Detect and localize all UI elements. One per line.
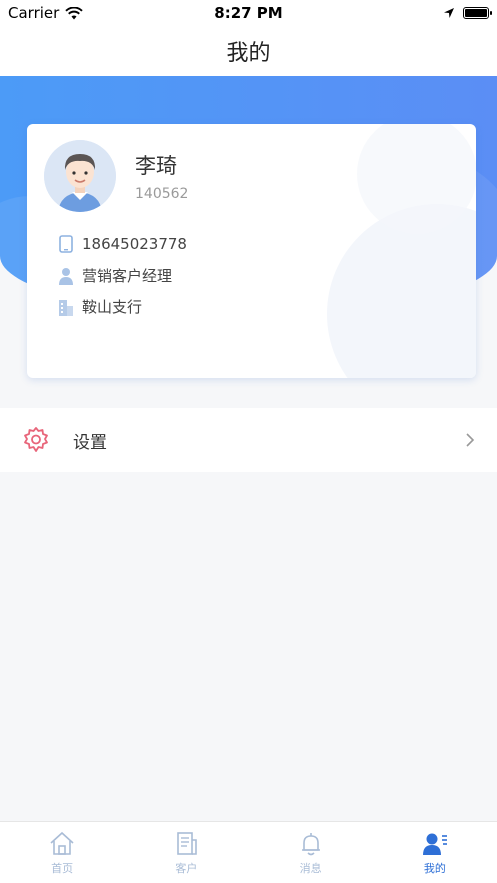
avatar [44, 140, 116, 212]
avatar-illustration [44, 140, 116, 212]
status-bar: Carrier 8:27 PM [0, 0, 497, 26]
building-icon [58, 298, 74, 316]
battery-icon [463, 7, 492, 19]
phone-icon [58, 235, 74, 253]
tab-messages[interactable]: 消息 [249, 822, 373, 883]
profile-icon [422, 833, 447, 855]
profile-card: 李琦 140562 18645023778 营销客户经理 鞍山支行 [27, 124, 476, 378]
page-title: 我的 [226, 41, 271, 66]
user-name: 李琦 [135, 154, 177, 178]
home-icon [50, 831, 74, 855]
tab-home[interactable]: 首页 [0, 822, 124, 883]
location-arrow-icon [444, 8, 454, 18]
gear-icon [24, 427, 48, 452]
status-left: Carrier [8, 4, 84, 22]
tab-label-home: 首页 [51, 862, 74, 875]
tab-label-profile: 我的 [423, 862, 446, 875]
carrier-label: Carrier [8, 4, 60, 22]
settings-row[interactable]: 设置 [0, 408, 497, 472]
tab-bar: 首页 客户 消息 我的 [0, 821, 497, 883]
tab-label-messages: 消息 [299, 862, 322, 875]
tab-profile[interactable]: 我的 [373, 822, 497, 883]
branch-row: 鞍山支行 [58, 296, 142, 317]
phone-row: 18645023778 [58, 235, 187, 253]
status-right [443, 7, 492, 19]
wifi-icon [65, 6, 84, 19]
role-row: 营销客户经理 [58, 265, 172, 286]
tab-customer[interactable]: 客户 [124, 822, 248, 883]
tab-label-customer: 客户 [175, 862, 198, 875]
customer-icon [177, 832, 198, 855]
role-text: 营销客户经理 [82, 267, 173, 285]
chevron-right-icon [466, 433, 475, 447]
bell-icon [301, 833, 320, 856]
phone-number: 18645023778 [82, 235, 187, 253]
branch-text: 鞍山支行 [82, 298, 143, 316]
settings-label: 设置 [73, 432, 107, 453]
nav-bar: 我的 [0, 26, 497, 76]
person-icon [58, 267, 74, 285]
user-id: 140562 [135, 186, 189, 202]
